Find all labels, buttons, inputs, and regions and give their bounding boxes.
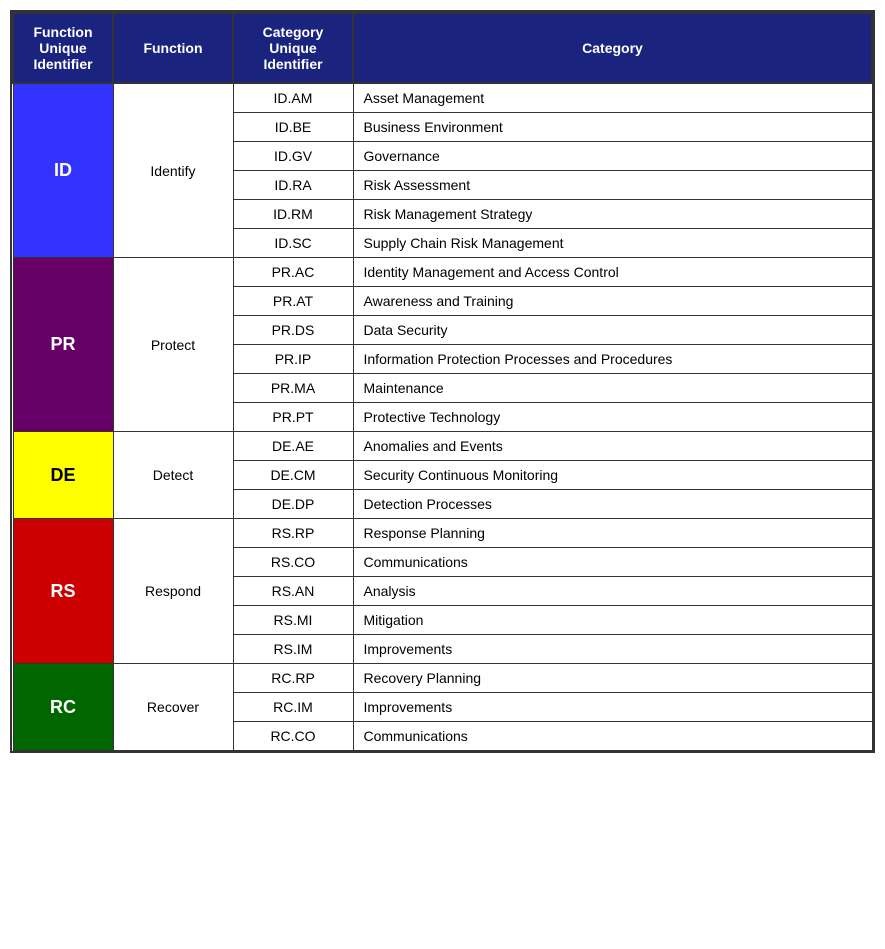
header-func-uid: FunctionUniqueIdentifier [13,13,113,83]
table-row: DEDetectDE.AEAnomalies and Events [13,432,872,461]
category-cell: Business Environment [353,113,872,142]
category-cell: Risk Management Strategy [353,200,872,229]
cat-uid-cell: ID.BE [233,113,353,142]
table-row: RCRecoverRC.RPRecovery Planning [13,664,872,693]
category-cell: Mitigation [353,606,872,635]
func-uid-cell: PR [13,258,113,432]
cat-uid-cell: RC.IM [233,693,353,722]
cat-uid-cell: ID.AM [233,83,353,113]
category-cell: Improvements [353,693,872,722]
function-cell: Respond [113,519,233,664]
category-cell: Anomalies and Events [353,432,872,461]
func-uid-cell: RC [13,664,113,751]
category-cell: Governance [353,142,872,171]
table-row: IDIdentifyID.AMAsset Management [13,83,872,113]
category-cell: Security Continuous Monitoring [353,461,872,490]
func-uid-cell: ID [13,83,113,258]
cat-uid-cell: RS.AN [233,577,353,606]
category-cell: Protective Technology [353,403,872,432]
cat-uid-cell: RS.MI [233,606,353,635]
category-cell: Information Protection Processes and Pro… [353,345,872,374]
cat-uid-cell: RC.RP [233,664,353,693]
cat-uid-cell: RS.CO [233,548,353,577]
header-function: Function [113,13,233,83]
cat-uid-cell: DE.AE [233,432,353,461]
cat-uid-cell: DE.CM [233,461,353,490]
header-cat-uid: CategoryUniqueIdentifier [233,13,353,83]
category-cell: Improvements [353,635,872,664]
cat-uid-cell: PR.MA [233,374,353,403]
cat-uid-cell: RS.RP [233,519,353,548]
category-cell: Identity Management and Access Control [353,258,872,287]
cat-uid-cell: PR.AC [233,258,353,287]
category-cell: Communications [353,548,872,577]
cat-uid-cell: DE.DP [233,490,353,519]
cat-uid-cell: PR.IP [233,345,353,374]
func-uid-cell: RS [13,519,113,664]
category-cell: Recovery Planning [353,664,872,693]
function-cell: Detect [113,432,233,519]
function-cell: Identify [113,83,233,258]
cat-uid-cell: ID.RA [233,171,353,200]
cat-uid-cell: PR.PT [233,403,353,432]
header-category: Category [353,13,872,83]
category-cell: Risk Assessment [353,171,872,200]
table-row: RSRespondRS.RPResponse Planning [13,519,872,548]
cat-uid-cell: ID.GV [233,142,353,171]
func-uid-cell: DE [13,432,113,519]
main-table: FunctionUniqueIdentifier Function Catego… [10,10,875,753]
function-cell: Recover [113,664,233,751]
cat-uid-cell: PR.AT [233,287,353,316]
cat-uid-cell: ID.SC [233,229,353,258]
category-cell: Analysis [353,577,872,606]
category-cell: Communications [353,722,872,751]
cat-uid-cell: RS.IM [233,635,353,664]
category-cell: Asset Management [353,83,872,113]
category-cell: Supply Chain Risk Management [353,229,872,258]
function-cell: Protect [113,258,233,432]
category-cell: Awareness and Training [353,287,872,316]
category-cell: Detection Processes [353,490,872,519]
category-cell: Maintenance [353,374,872,403]
cat-uid-cell: PR.DS [233,316,353,345]
header-row: FunctionUniqueIdentifier Function Catego… [13,13,872,83]
cat-uid-cell: RC.CO [233,722,353,751]
category-cell: Data Security [353,316,872,345]
cat-uid-cell: ID.RM [233,200,353,229]
category-cell: Response Planning [353,519,872,548]
table-row: PRProtectPR.ACIdentity Management and Ac… [13,258,872,287]
